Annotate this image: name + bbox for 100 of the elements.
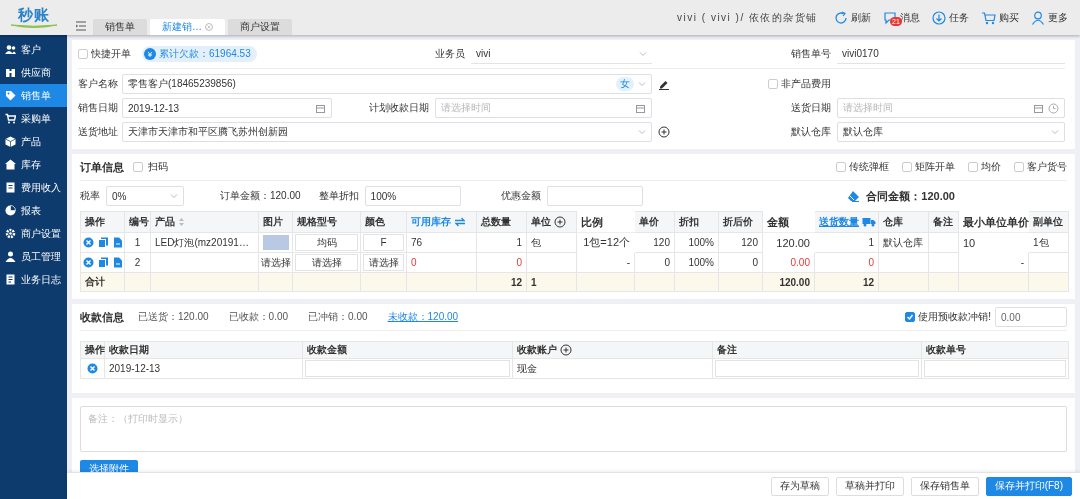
checkbox[interactable] (1014, 162, 1024, 172)
dropdown[interactable]: 0% (106, 186, 184, 206)
close-icon[interactable] (205, 23, 213, 31)
refresh-icon (834, 10, 848, 25)
input-field[interactable]: 请选择 (363, 254, 404, 271)
field-label: 整单折扣 (318, 189, 359, 203)
clock-icon[interactable] (1048, 102, 1059, 114)
input-field[interactable]: 请选择 (295, 254, 358, 271)
unpaid-link[interactable]: 未收款：120.00 (387, 310, 459, 324)
debt-amount: 累计欠款：61964.53 (159, 47, 251, 61)
checkbox[interactable] (78, 49, 88, 59)
tab[interactable]: 销售单 (93, 19, 147, 35)
table-cell: - (576, 252, 635, 273)
checkbox-label: 均价 (981, 160, 1001, 174)
action-button[interactable]: 保存销售单 (910, 476, 979, 496)
cart-icon (5, 113, 16, 124)
column-header: 最小单位单价 (958, 211, 1029, 233)
logo-text: 秒账 (17, 6, 50, 23)
action-button[interactable]: 存为草稿 (770, 476, 829, 496)
input-field[interactable]: 100% (364, 186, 461, 206)
sidebar-item[interactable]: 商户设置 (0, 222, 67, 245)
document-icon[interactable] (112, 257, 123, 268)
table-cell: 0 (634, 252, 675, 273)
table-cell: 包 (526, 232, 577, 253)
delete-icon[interactable] (87, 363, 98, 374)
input-field[interactable] (305, 360, 510, 377)
table-cell: 1包 (1028, 232, 1069, 253)
toolbar-button[interactable]: 购买 (981, 10, 1019, 25)
sidebar-item[interactable]: 产品 (0, 130, 67, 153)
input-field[interactable] (715, 360, 919, 377)
gender-tag: 女 (616, 77, 634, 91)
input-field[interactable]: 0.00 (995, 307, 1067, 327)
caret-icon (170, 193, 178, 199)
receipt-icon (5, 182, 16, 193)
checkbox[interactable] (836, 162, 846, 172)
sidebar-item[interactable]: 员工管理 (0, 245, 67, 268)
menu-icon[interactable] (75, 21, 87, 31)
sidebar-item[interactable]: 采购单 (0, 107, 67, 130)
column-header: 操作 (80, 211, 125, 233)
table-cell: 76 (406, 232, 477, 253)
save-print-button[interactable]: 保存并打印(F8) (985, 476, 1072, 496)
column-header: 仓库 (878, 211, 929, 233)
sidebar-item[interactable]: 供应商 (0, 61, 67, 84)
dropdown[interactable]: 天津市天津市和平区腾飞苏州创新园 (122, 122, 652, 142)
download-icon (932, 10, 946, 25)
date-field[interactable]: 2019-12-13 (122, 98, 332, 118)
field-label: 销售单号 (790, 47, 832, 61)
input-field[interactable] (924, 360, 1066, 377)
input-field[interactable] (546, 186, 643, 206)
input-field[interactable]: 均码 (295, 234, 358, 251)
checkbox[interactable] (902, 162, 912, 172)
tab[interactable]: 新建销… (150, 19, 225, 35)
checkbox[interactable] (968, 162, 978, 172)
delete-icon[interactable] (82, 237, 94, 248)
table-cell[interactable]: 请选择 (258, 252, 293, 273)
sidebar-item[interactable]: 客户 (0, 38, 67, 61)
table-cell: 2 (124, 252, 151, 273)
sidebar-item[interactable]: 销售单 (0, 84, 67, 107)
sidebar-item[interactable]: 报表 (0, 199, 67, 222)
column-header: 规格型号 (292, 211, 361, 233)
swap-icon[interactable] (454, 217, 466, 227)
calendar-icon[interactable] (315, 102, 326, 114)
column-header: 收款单号 (921, 341, 1069, 359)
add-icon[interactable] (560, 344, 572, 356)
checkbox[interactable] (133, 162, 143, 172)
person-icon (5, 251, 16, 262)
checkbox[interactable] (768, 79, 778, 89)
calendar-icon[interactable] (1033, 102, 1044, 114)
toolbar-button[interactable]: 任务 (932, 10, 969, 25)
column-header: 收款金额 (302, 341, 513, 359)
toolbar-button[interactable]: 更多 (1031, 10, 1068, 25)
edit-icon[interactable] (658, 78, 670, 90)
table-cell: 现金 (512, 358, 713, 379)
cart-icon (981, 10, 996, 25)
sort-icon[interactable] (178, 217, 185, 227)
delete-icon[interactable] (82, 257, 94, 268)
table-cell: 120 (718, 232, 763, 253)
tab[interactable]: 商户设置 (228, 19, 292, 35)
sidebar-item[interactable]: 费用收入 (0, 176, 67, 199)
dropdown[interactable]: 默认仓库 (837, 122, 1065, 142)
add-icon[interactable] (658, 126, 670, 138)
copy-icon[interactable] (97, 237, 109, 248)
sidebar-item[interactable]: 业务日志 (0, 268, 67, 291)
action-button[interactable]: 草稿并打印 (835, 476, 904, 496)
truck-icon[interactable] (862, 217, 876, 227)
section-title: 收款信息 (80, 309, 124, 325)
document-icon[interactable] (112, 237, 123, 248)
table-cell: 0 (718, 252, 763, 273)
column-header: 单价 (634, 211, 675, 233)
field-label: 送货地址 (78, 125, 119, 139)
checkbox[interactable] (905, 312, 916, 322)
dropdown[interactable]: 零售客户(18465239856) 女 (122, 74, 652, 94)
toolbar-button[interactable]: 刷新 (834, 10, 871, 25)
calendar-icon[interactable] (635, 102, 646, 114)
add-icon[interactable] (554, 216, 566, 228)
sidebar-item[interactable]: 库存 (0, 153, 67, 176)
copy-icon[interactable] (97, 257, 109, 268)
column-header: 编号 (124, 211, 151, 233)
input-field[interactable]: F (363, 234, 404, 251)
pie-chart-icon (5, 205, 16, 216)
